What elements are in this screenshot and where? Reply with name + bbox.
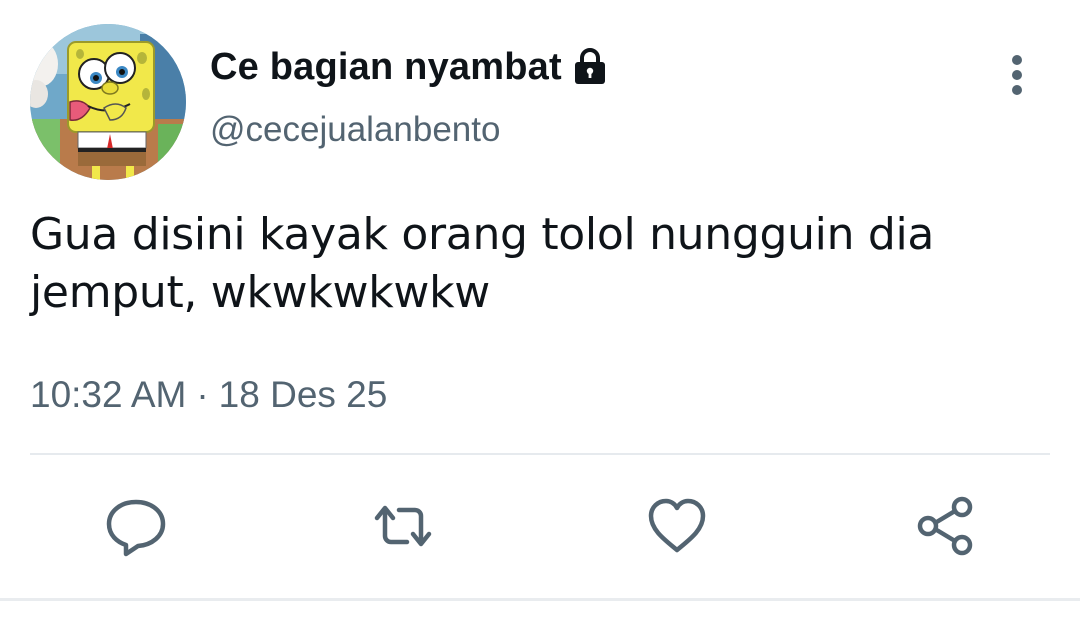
tweet-text: Gua disini kayak orang tolol nungguin di… xyxy=(30,209,935,318)
retweet-button[interactable] xyxy=(371,494,435,558)
meta-separator: · xyxy=(196,374,209,415)
tweet-date: 18 Des 25 xyxy=(218,374,388,415)
divider xyxy=(30,453,1050,455)
share-button[interactable] xyxy=(914,494,978,558)
display-name-row: Ce bagian nyambat xyxy=(210,42,610,92)
tweet-detail: Ce bagian nyambat @cecejualanbento Gua d… xyxy=(0,0,1080,618)
retweet-icon xyxy=(374,505,432,547)
heart-icon xyxy=(648,498,706,553)
avatar[interactable] xyxy=(30,24,186,180)
tweet-timestamp[interactable]: 10:32 AM · 18 Des 25 xyxy=(30,374,387,416)
share-icon xyxy=(917,496,973,556)
avatar-image xyxy=(30,24,186,180)
username-handle[interactable]: @cecejualanbento xyxy=(210,110,500,150)
like-button[interactable] xyxy=(645,494,709,558)
reply-button[interactable] xyxy=(104,494,168,558)
tweet-time: 10:32 AM xyxy=(30,374,187,415)
more-options-button[interactable] xyxy=(996,50,1038,100)
display-name[interactable]: Ce bagian nyambat xyxy=(210,46,562,89)
reply-icon xyxy=(106,499,166,557)
bottom-divider xyxy=(0,598,1080,601)
more-vertical-icon xyxy=(1012,55,1022,95)
lock-icon xyxy=(570,47,610,87)
